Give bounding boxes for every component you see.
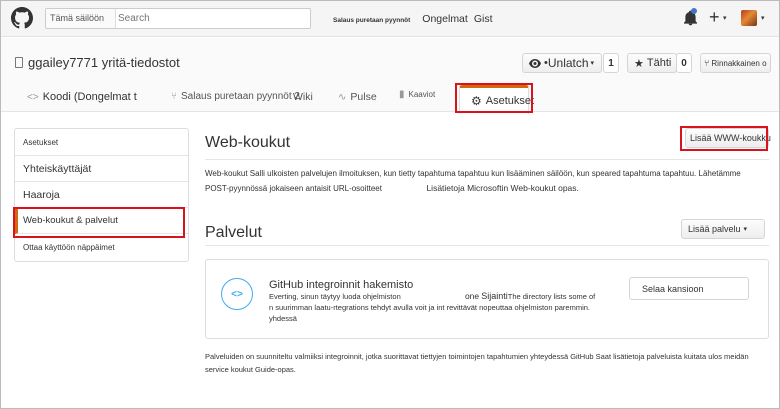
webhooks-divider xyxy=(205,159,769,160)
github-logo-icon[interactable] xyxy=(11,7,33,29)
watchers-count[interactable]: 1 xyxy=(603,53,619,73)
tab-code-label: Koodi (Dongelmat t xyxy=(42,91,137,103)
tab-pulse-label: Pulse xyxy=(350,91,377,103)
eye-icon xyxy=(529,58,541,68)
search-scope-label: Tämä säilöön xyxy=(46,9,116,28)
unwatch-caret-icon: ▾ xyxy=(590,60,595,67)
integrations-desc-line3: yhdessä xyxy=(269,314,297,323)
services-divider xyxy=(205,245,769,246)
tab-pull-requests[interactable]: ⑂ Salaus puretaan pyynnöt 2 xyxy=(171,91,300,102)
integrations-inline-location: Sijainti xyxy=(481,291,508,301)
sidebar-heading: Asetukset xyxy=(15,129,188,156)
graph-icon: ▮ xyxy=(399,89,405,100)
fork-button[interactable]: ⑂ Rinnakkainen o xyxy=(700,53,771,73)
create-new-plus-icon[interactable]: + xyxy=(709,8,720,26)
integrations-desc-line2: n suurimman laatu-rtegrations tehdyt avu… xyxy=(269,303,590,312)
gear-icon: ⚙ xyxy=(471,94,482,108)
unread-dot-icon xyxy=(691,8,697,14)
search-input[interactable] xyxy=(118,10,308,27)
tab-pulse[interactable]: ∿ Pulse xyxy=(338,91,377,103)
tab-settings[interactable]: ⚙ Asetukset xyxy=(471,94,534,108)
create-dropdown-caret-icon[interactable]: ▾ xyxy=(723,14,727,22)
add-webhook-button[interactable]: Lisää WWW-koukku xyxy=(685,128,771,148)
star-button[interactable]: ★ Tähti xyxy=(627,53,677,73)
add-service-caret-icon: ▾ xyxy=(743,226,748,233)
browser-frame: Tämä säilöön Salaus puretaan pyynnöt Ong… xyxy=(0,0,780,409)
tab-wiki-label: Wiki xyxy=(293,91,313,103)
unwatch-button[interactable]: • Unlatch ▾ xyxy=(522,53,602,73)
integrations-desc-line1: Everting, sinun täytyy luoda ohjelmiston xyxy=(269,292,401,301)
tab-wiki[interactable]: Wiki xyxy=(293,91,313,103)
user-avatar[interactable] xyxy=(741,10,757,26)
add-service-label: Lisää palvelu xyxy=(688,224,741,234)
integrations-code-icon: <> xyxy=(221,278,253,310)
services-footer: Palveluiden on suunniteltu valmiiksi int… xyxy=(205,352,749,374)
repo-title[interactable]: ggailey7771 yritä-tiedostot xyxy=(28,55,180,70)
sidebar-item-collaborators[interactable]: Yhteiskäyttäjät xyxy=(15,156,188,182)
search-box: Tämä säilöön xyxy=(45,8,311,29)
tab-graphs[interactable]: ▮ Kaaviot xyxy=(399,89,435,100)
pulse-icon: ∿ xyxy=(338,91,347,103)
avatar-dropdown-caret-icon[interactable]: ▾ xyxy=(761,14,765,22)
tab-settings-label: Asetukset xyxy=(485,95,535,107)
nav-issues-link[interactable]: Ongelmat xyxy=(422,13,468,25)
nav-pull-requests-link[interactable]: Salaus puretaan pyynnöt xyxy=(333,17,410,24)
webhooks-title: Web-koukut xyxy=(205,134,291,151)
browse-directory-button[interactable]: Selaa kansioon xyxy=(629,277,749,300)
star-label: Tähti xyxy=(646,57,672,69)
unwatch-label: Unlatch xyxy=(547,56,589,70)
tab-graphs-label: Kaaviot xyxy=(408,90,436,99)
repo-tabs: <> Koodi (Dongelmat t ⑂ Salaus puretaan … xyxy=(1,85,779,113)
add-service-button[interactable]: Lisää palvelu ▾ xyxy=(681,219,765,239)
sidebar-item-branches[interactable]: Haaroja xyxy=(15,182,188,208)
top-nav: Salaus puretaan pyynnöt Ongelmat Gist xyxy=(333,13,499,25)
integrations-title[interactable]: GitHub integroinnit hakemisto xyxy=(269,279,413,291)
tab-pull-requests-label: Salaus puretaan pyynnöt 2 xyxy=(181,91,300,102)
pull-request-icon: ⑂ xyxy=(171,91,177,102)
sidebar-item-webhooks[interactable]: Web-koukut & palvelut xyxy=(15,208,188,234)
nav-gist-link[interactable]: Gist xyxy=(474,13,493,25)
code-icon: <> xyxy=(27,91,39,103)
repository-icon xyxy=(15,57,23,68)
settings-sidebar: Asetukset Yhteiskäyttäjät Haaroja Web-ko… xyxy=(14,128,189,262)
star-icon: ★ xyxy=(634,57,644,70)
fork-label: Rinnakkainen o xyxy=(711,58,767,68)
integrations-inline-one: one xyxy=(464,291,480,301)
top-header: Tämä säilöön Salaus puretaan pyynnöt Ong… xyxy=(1,1,779,37)
webhooks-guide-link[interactable]: Lisätietoja Microsoftin Web-koukut opas. xyxy=(426,183,578,193)
stars-count[interactable]: 0 xyxy=(676,53,692,73)
integrations-desc: Everting, sinun täytyy luoda ohjelmiston… xyxy=(269,291,609,324)
fork-icon: ⑂ xyxy=(704,58,710,68)
webhooks-description: Web-koukut Salli ulkoisten palvelujen il… xyxy=(205,167,765,196)
integrations-inline-rest: The directory lists some of xyxy=(507,292,596,301)
tab-code[interactable]: <> Koodi (Dongelmat t xyxy=(27,91,137,103)
sidebar-item-deploy-keys[interactable]: Ottaa käyttöön näppäimet xyxy=(15,234,188,261)
services-title: Palvelut xyxy=(205,224,262,241)
